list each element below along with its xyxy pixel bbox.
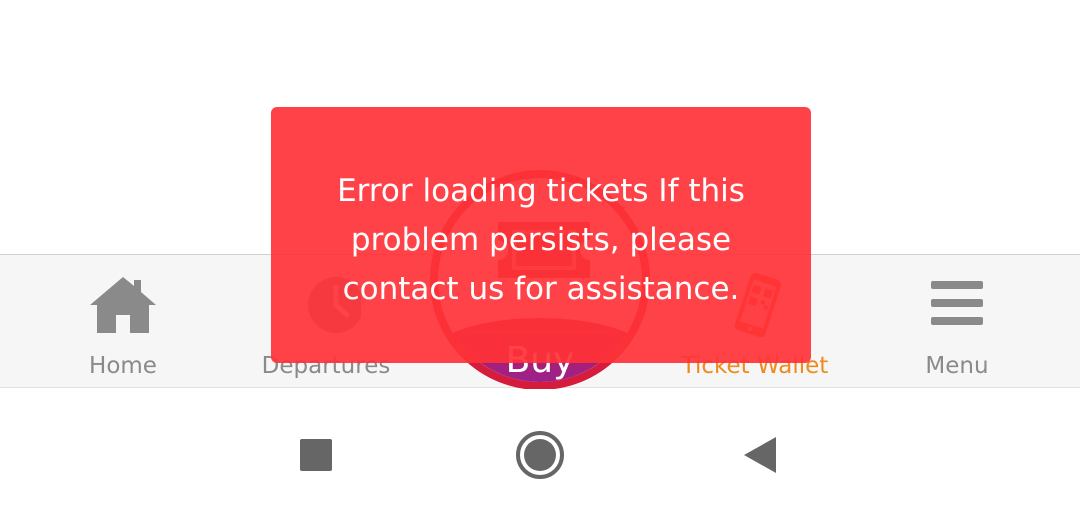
hamburger-icon — [931, 281, 983, 325]
square-icon[interactable] — [286, 429, 346, 481]
system-navigation-bar — [0, 389, 1080, 519]
circle-icon[interactable] — [510, 429, 570, 481]
tab-menu-label: Menu — [925, 353, 989, 379]
error-toast[interactable]: Error loading tickets If this problem pe… — [271, 107, 811, 363]
tab-home-label: Home — [89, 353, 157, 379]
tab-home[interactable]: Home — [23, 255, 223, 389]
error-toast-message: Error loading tickets If this problem pe… — [337, 173, 745, 307]
tab-menu[interactable]: Menu — [857, 255, 1057, 389]
home-icon — [90, 277, 156, 333]
triangle-back-icon[interactable] — [730, 429, 790, 481]
